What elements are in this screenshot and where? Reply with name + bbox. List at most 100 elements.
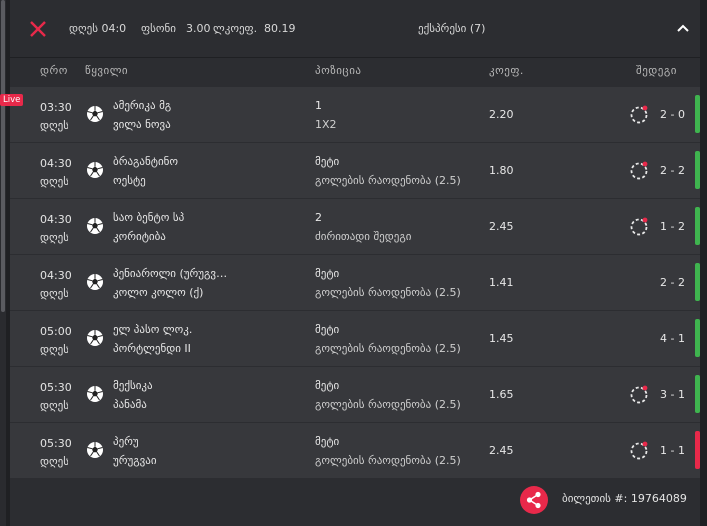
match-day: დღეს — [40, 287, 68, 300]
match-day: დღეს — [40, 175, 68, 188]
market: გოლების რაოდენობა (2.5) — [315, 342, 461, 355]
match-day: დღეს — [40, 399, 68, 412]
column-header-time: დრო — [40, 64, 68, 77]
share-icon — [526, 491, 541, 509]
match-day: დღეს — [40, 343, 68, 356]
selection: 2 — [315, 211, 322, 224]
away-team: ოესტე — [113, 174, 146, 187]
match-day: დღეს — [40, 119, 68, 132]
live-badge: Live — [0, 94, 24, 106]
match-score: 4 - 1 — [660, 332, 685, 345]
market: გოლების რაოდენობა (2.5) — [315, 454, 461, 467]
match-score: 1 - 2 — [660, 220, 685, 233]
ticket-number-label: ბილეთის #: 19764089 — [562, 492, 687, 505]
soccer-ball-icon — [87, 218, 103, 234]
result-status-bar — [695, 151, 700, 189]
page-scrollbar-thumb[interactable] — [1, 0, 5, 312]
match-score: 2 - 0 — [660, 108, 685, 121]
live-tracker-icon[interactable] — [629, 103, 651, 125]
away-team: კორიტიბა — [113, 230, 166, 243]
coef-value: 80.19 — [264, 22, 296, 35]
soccer-ball-icon — [87, 106, 103, 122]
away-team: პორტლენდი II — [113, 342, 191, 355]
column-header-coef: კოეფ. — [489, 64, 524, 77]
bet-row[interactable]: 05:30 დღეს მექსიკა პანამა მეტი გოლების რაოდენ… — [10, 367, 700, 422]
express-label: ექსპრესი (7) — [418, 22, 486, 35]
soccer-ball-icon — [87, 386, 103, 402]
bet-row[interactable]: 04:30 დღეს ბრაგანტინო ოესტე მეტი გოლების რაოდ… — [10, 143, 700, 198]
match-day: დღეს — [40, 231, 68, 244]
selection: მეტი — [315, 323, 340, 336]
home-team: პენიაროლი (ურუგვაი) — [113, 267, 228, 280]
result-status-bar — [695, 375, 700, 413]
live-tracker-icon[interactable] — [629, 383, 651, 405]
selection: მეტი — [315, 379, 340, 392]
home-team: ელ პასო ლოკ. — [113, 323, 193, 336]
stake-value: 3.00 — [186, 22, 211, 35]
live-tracker-icon[interactable] — [629, 159, 651, 181]
home-team: საო ბენტო სპ — [113, 211, 185, 224]
result-status-bar — [695, 319, 700, 357]
home-team: ამერიკა მგ — [113, 99, 172, 112]
bet-row[interactable]: 04:30 დღეს პენიაროლი (ურუგვაი) კოლო კოლო (ქ… — [10, 255, 700, 310]
selection: მეტი — [315, 267, 340, 280]
market: გოლების რაოდენობა (2.5) — [315, 398, 461, 411]
selection: მეტი — [315, 435, 340, 448]
soccer-ball-icon — [87, 162, 103, 178]
chevron-up-icon[interactable] — [675, 20, 691, 36]
market: 1X2 — [315, 118, 337, 131]
market: ძირითადი შედეგი — [315, 230, 412, 243]
soccer-ball-icon — [87, 274, 103, 290]
home-team: პერუ — [113, 435, 139, 448]
stake-label: ფსონი — [141, 22, 176, 35]
ticket-label: ბილეთის #: — [562, 492, 628, 505]
match-time: 04:30 — [40, 269, 72, 282]
odd-value: 1.41 — [489, 276, 514, 289]
away-team: ვილა ნოვა — [113, 118, 171, 131]
away-team: ურუგვაი — [113, 454, 157, 467]
column-header-position: პოზიცია — [315, 64, 362, 77]
share-button[interactable] — [520, 486, 548, 514]
live-tracker-icon[interactable] — [629, 439, 651, 461]
match-score: 3 - 1 — [660, 388, 685, 401]
result-status-bar — [695, 207, 700, 245]
selection: მეტი — [315, 155, 340, 168]
soccer-ball-icon — [87, 442, 103, 458]
ticket-header: დღეს 04:0 ფსონი 3.00 ლკოეფ. 80.19 ექსპრე… — [10, 0, 700, 58]
page-scrollbar[interactable] — [0, 0, 6, 526]
odd-value: 1.45 — [489, 332, 514, 345]
match-day: დღეს — [40, 455, 68, 468]
ticket-date: დღეს 04:0 — [69, 22, 127, 35]
live-tracker-icon[interactable] — [629, 215, 651, 237]
bet-row[interactable]: 04:30 დღეს საო ბენტო სპ კორიტიბა 2 ძირითადი შ… — [10, 199, 700, 254]
close-icon[interactable] — [29, 20, 47, 38]
ticket-number: 19764089 — [630, 492, 687, 505]
odd-value: 2.20 — [489, 108, 514, 121]
market: გოლების რაოდენობა (2.5) — [315, 174, 461, 187]
selection: 1 — [315, 99, 322, 112]
odd-value: 1.80 — [489, 164, 514, 177]
result-status-bar — [695, 263, 700, 301]
bet-row[interactable]: 05:30 დღეს პერუ ურუგვაი მეტი გოლების რაოდენობ… — [10, 423, 700, 478]
away-team: პანამა — [113, 398, 147, 411]
match-score: 2 - 2 — [660, 276, 685, 289]
result-status-bar — [695, 431, 700, 469]
match-score: 2 - 2 — [660, 164, 685, 177]
column-header-event: წყვილი — [85, 64, 129, 77]
bet-row[interactable]: 05:00 დღეს ელ პასო ლოკ. პორტლენდი II მეტი გოლ… — [10, 311, 700, 366]
bet-ticket-panel: დღეს 04:0 ფსონი 3.00 ლკოეფ. 80.19 ექსპრე… — [0, 0, 700, 526]
odd-value: 1.65 — [489, 388, 514, 401]
bet-row[interactable]: Live 03:30 დღეს ამერიკა მგ ვილა ნოვა 1 1X2 2.20… — [0, 87, 700, 142]
column-header-result: შედეგი — [636, 64, 677, 77]
ticket-footer: ბილეთის #: 19764089 — [10, 479, 700, 526]
odd-value: 2.45 — [489, 444, 514, 457]
match-time: 04:30 — [40, 213, 72, 226]
match-time: 03:30 — [40, 101, 72, 114]
home-team: ბრაგანტინო — [113, 155, 179, 168]
match-time: 04:30 — [40, 157, 72, 170]
odd-value: 2.45 — [489, 220, 514, 233]
soccer-ball-icon — [87, 330, 103, 346]
match-score: 1 - 1 — [660, 444, 685, 457]
home-team: მექსიკა — [113, 379, 153, 392]
match-time: 05:30 — [40, 381, 72, 394]
